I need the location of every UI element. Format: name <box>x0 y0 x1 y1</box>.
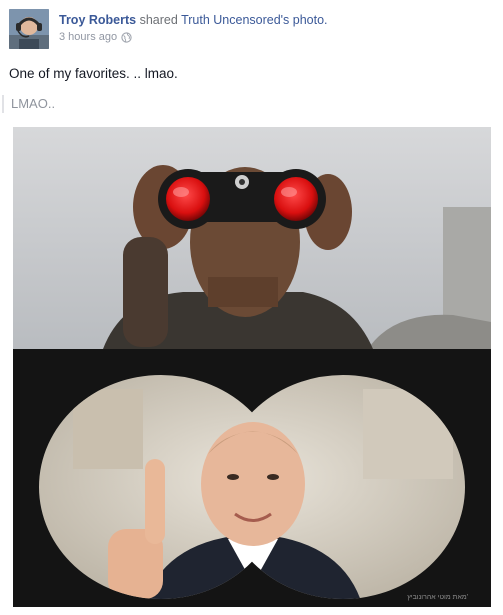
post-header: Troy Roberts shared Truth Uncensored's p… <box>9 9 489 51</box>
avatar[interactable] <box>9 9 49 49</box>
timestamp-link[interactable]: 3 hours ago <box>59 31 117 43</box>
binocular-view-image: מאת מוטי אהרונוביץ' <box>13 349 491 607</box>
shared-photo[interactable]: מאת מוטי אהרונוביץ' <box>13 127 491 607</box>
shared-page-link[interactable]: Truth Uncensored's photo. <box>181 13 327 27</box>
shared-page-name: Truth Uncensored <box>181 13 281 27</box>
watermark: מאת מוטי אהרונוביץ' <box>407 594 468 601</box>
shared-suffix: 's photo. <box>280 13 328 27</box>
shared-caption: LMAO.. <box>2 95 55 113</box>
globe-icon[interactable] <box>121 31 132 43</box>
binoculars-image <box>13 127 491 349</box>
share-verb: shared <box>139 13 178 27</box>
post-message: One of my favorites. .. lmao. <box>9 66 178 81</box>
author-link[interactable]: Troy Roberts <box>59 13 136 27</box>
